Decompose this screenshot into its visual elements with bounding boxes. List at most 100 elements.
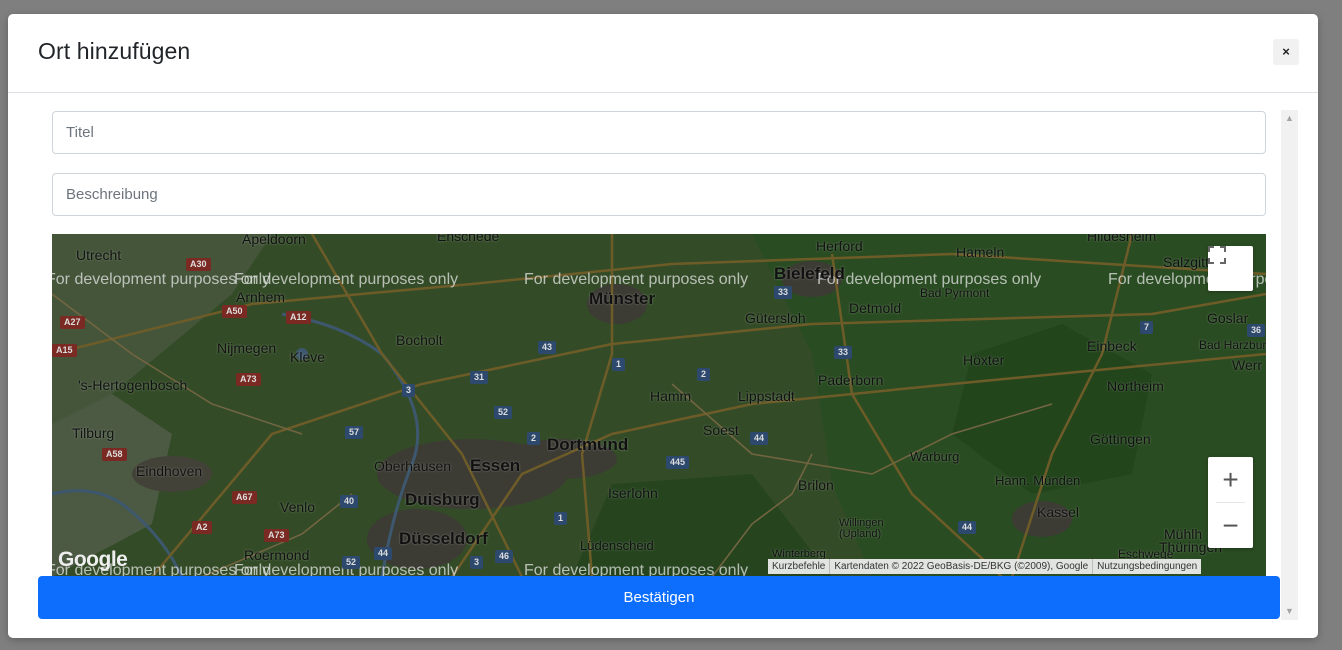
road-shield: 44 <box>374 547 393 560</box>
scroll-up-arrow[interactable]: ▲ <box>1281 110 1298 127</box>
map-data-credit: Kartendaten © 2022 GeoBasis-DE/BKG (©200… <box>830 559 1094 574</box>
map-label-werra: Werr <box>1232 357 1263 373</box>
map-label-hamm: Hamm <box>650 388 692 404</box>
road-shield: 2 <box>697 368 711 381</box>
map-label-guetersloh: Gütersloh <box>745 310 806 326</box>
map-label-hameln: Hameln <box>956 244 1005 260</box>
road-shield: 46 <box>495 550 514 563</box>
road-shield: 44 <box>958 521 977 534</box>
road-shield: 33 <box>774 286 793 299</box>
map-label-paderborn: Paderborn <box>818 372 884 388</box>
confirm-button[interactable]: Bestätigen <box>38 576 1280 619</box>
road-shield: A30 <box>186 258 211 271</box>
map-label-hildesheim: Hildesheim <box>1087 234 1157 244</box>
map-label-hann-muenden: Hann. Münden <box>995 473 1081 488</box>
modal-body: For development purposes only For develo… <box>8 94 1318 638</box>
dev-watermark: For development purposes only <box>234 271 459 288</box>
fullscreen-button[interactable] <box>1208 246 1253 291</box>
modal-title: Ort hinzufügen <box>38 38 191 64</box>
zoom-control: + − <box>1208 457 1253 548</box>
map-label-goettingen: Göttingen <box>1090 431 1151 447</box>
map-label-kleve: Kleve <box>290 349 326 365</box>
map-label-bad-pyrmont: Bad Pyrmont <box>920 286 990 300</box>
zoom-out-button[interactable]: − <box>1208 503 1253 548</box>
map-label-brilon: Brilon <box>798 477 834 493</box>
road-shield: A73 <box>236 373 261 386</box>
map-label-willingen: Willingen (Upland) <box>839 517 884 540</box>
add-place-modal: Ort hinzufügen × Titel Beschreibung For … <box>8 14 1318 638</box>
google-logo: Google <box>58 548 128 571</box>
map-label-utrecht: Utrecht <box>76 247 122 263</box>
map-label-eindhoven: Eindhoven <box>136 463 203 479</box>
map-label-essen: Essen <box>470 456 521 475</box>
map-label-muenster: Münster <box>589 289 656 308</box>
scroll-down-arrow[interactable]: ▼ <box>1281 603 1298 620</box>
map-label-salzgitter: Salzgitt <box>1163 254 1209 270</box>
map-attribution: Kurzbefehle Kartendaten © 2022 GeoBasis-… <box>768 559 1202 574</box>
map-label-dortmund: Dortmund <box>547 435 629 454</box>
road-shield: 3 <box>402 384 416 397</box>
dev-watermark: For development purposes only <box>524 271 749 288</box>
road-shield: A15 <box>52 344 77 357</box>
map-label-bielefeld: Bielefeld <box>774 264 845 283</box>
road-shield: A27 <box>60 316 85 329</box>
map-label-lippstadt: Lippstadt <box>738 388 795 404</box>
map-label-bocholt: Bocholt <box>396 332 443 348</box>
road-shield: A2 <box>192 521 212 534</box>
scrollbar[interactable]: ▲ ▼ <box>1281 110 1298 620</box>
map-label-luedenscheid: Lüdenscheid <box>580 538 654 553</box>
road-shield: 31 <box>470 371 489 384</box>
road-shield: 36 <box>1247 324 1266 337</box>
map-label-tilburg: Tilburg <box>72 425 115 441</box>
road-shield: A73 <box>264 529 289 542</box>
map-label-duesseldorf: Düsseldorf <box>399 529 488 548</box>
road-shield: 52 <box>494 406 513 419</box>
road-shield: 1 <box>554 512 568 525</box>
road-shield: 1 <box>612 358 626 371</box>
map[interactable]: For development purposes only For develo… <box>52 234 1266 577</box>
map-label-soest: Soest <box>703 422 739 438</box>
terms-link[interactable]: Nutzungsbedingungen <box>1093 559 1201 574</box>
map-label-enschede: Enschede <box>437 234 500 244</box>
map-label-oberhausen: Oberhausen <box>374 458 452 474</box>
map-label-detmold: Detmold <box>849 300 902 316</box>
fullscreen-icon <box>1208 246 1226 264</box>
title-input[interactable] <box>52 111 1266 154</box>
map-label-kassel: Kassel <box>1037 504 1080 520</box>
road-shield: 43 <box>538 341 557 354</box>
road-shield: A67 <box>232 491 257 504</box>
road-shield: 57 <box>345 426 364 439</box>
map-label-einbeck: Einbeck <box>1087 338 1137 354</box>
map-label-northeim: Northeim <box>1107 378 1164 394</box>
map-label-apeldoorn: Apeldoorn <box>242 234 306 247</box>
road-shield: A58 <box>102 448 127 461</box>
close-button[interactable]: × <box>1273 39 1299 65</box>
map-label-goslar: Goslar <box>1207 310 1249 326</box>
map-label-hoexter: Höxter <box>963 352 1005 368</box>
modal-header: Ort hinzufügen × <box>8 14 1318 93</box>
description-input[interactable] <box>52 173 1266 216</box>
road-shield: 52 <box>342 556 361 569</box>
road-shield: 44 <box>750 432 769 445</box>
road-shield: A12 <box>286 311 311 324</box>
road-shield: 2 <box>527 432 541 445</box>
map-label-duisburg: Duisburg <box>405 490 480 509</box>
map-label-arnhem: Arnhem <box>236 289 286 305</box>
map-label-herford: Herford <box>816 238 863 254</box>
road-shield: 445 <box>666 456 690 469</box>
map-label-bad-harzburg: Bad Harzburg <box>1199 338 1266 352</box>
road-shield: A50 <box>222 305 247 318</box>
road-shield: 33 <box>834 346 853 359</box>
keyboard-shortcuts-link[interactable]: Kurzbefehle <box>768 559 831 574</box>
road-shield: 7 <box>1140 321 1154 334</box>
road-shield: 3 <box>470 556 484 569</box>
map-label-iserlohn: Iserlohn <box>608 485 658 501</box>
map-label-s-hertogenbosch: 's-Hertogenbosch <box>78 377 188 393</box>
map-label-roermond: Roermond <box>244 547 310 563</box>
dev-watermark: For development purposes only <box>524 562 749 577</box>
map-label-venlo: Venlo <box>280 499 316 515</box>
road-shield: 40 <box>340 495 359 508</box>
zoom-in-button[interactable]: + <box>1208 457 1253 502</box>
map-label-nijmegen: Nijmegen <box>217 340 277 356</box>
map-label-warburg: Warburg <box>910 449 960 464</box>
